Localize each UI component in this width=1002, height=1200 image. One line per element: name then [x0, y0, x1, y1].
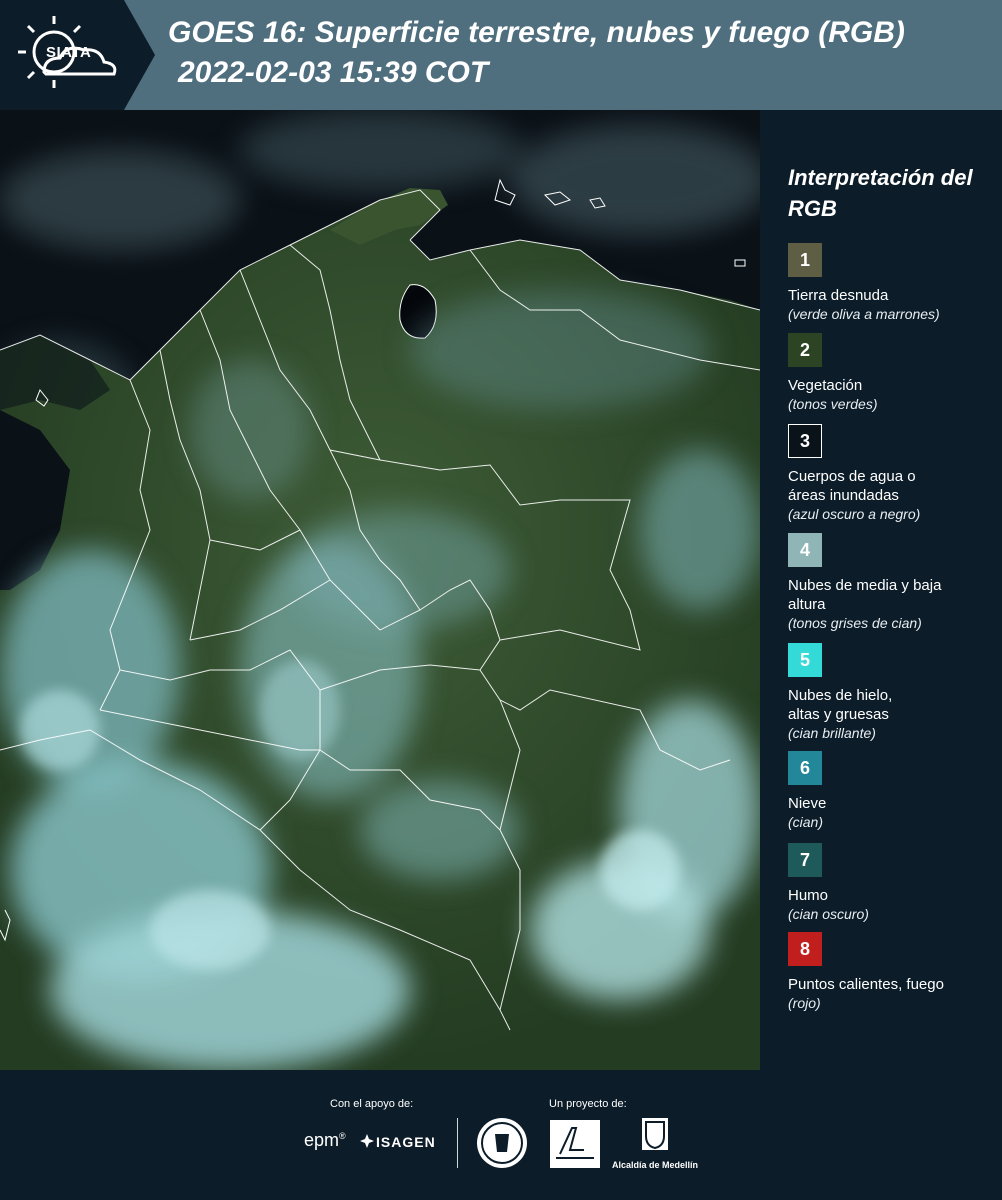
siata-logo[interactable]: SIATA	[0, 0, 155, 110]
legend-swatch: 1	[788, 243, 822, 277]
alcaldia-medellin-shield-icon[interactable]	[642, 1118, 668, 1150]
alcaldia-label: Alcaldía de Medellín	[612, 1160, 699, 1170]
legend-swatch: 3	[788, 424, 822, 458]
satellite-map[interactable]	[0, 110, 760, 1070]
legend-sub: (rojo)	[788, 995, 821, 1011]
legend-item-7: 7 Humo (cian oscuro)	[788, 843, 998, 924]
legend-sub: (cian brillante)	[788, 725, 876, 741]
isagen-logo[interactable]: ISAGEN	[376, 1134, 436, 1150]
legend-sub: (tonos verdes)	[788, 396, 878, 412]
registered-mark-icon: ®	[339, 1131, 346, 1141]
legend-sub: (tonos grises de cian)	[788, 615, 922, 631]
legend-label: Puntos calientes, fuego	[788, 976, 944, 993]
seal-emblem-icon	[481, 1122, 523, 1164]
support-label: Con el apoyo de:	[330, 1098, 414, 1110]
legend-sub: (verde oliva a marrones)	[788, 306, 940, 322]
legend-item-2: 2 Vegetación (tonos verdes)	[788, 333, 998, 414]
legend-item-3: 3 Cuerpos de agua o áreas inundadas (azu…	[788, 424, 998, 524]
isagen-star-icon	[360, 1134, 374, 1148]
legend-item-8: 8 Puntos calientes, fuego (rojo)	[788, 932, 998, 1013]
shield-icon	[645, 1121, 665, 1150]
satellite-image	[0, 110, 760, 1070]
legend-item-4: 4 Nubes de media y baja altura (tonos gr…	[788, 533, 998, 633]
legend-label: Nieve	[788, 795, 827, 812]
logo-text: SIATA	[46, 44, 92, 61]
legend-sub: (cian)	[788, 814, 824, 830]
universidad-seal-icon[interactable]	[477, 1118, 527, 1168]
legend-item-1: 1 Tierra desnuda (verde oliva a marrones…	[788, 243, 998, 324]
legend-label: Tierra desnuda	[788, 287, 889, 304]
legend-label: Nubes de media y baja altura	[788, 577, 942, 613]
project-label: Un proyecto de:	[549, 1098, 627, 1110]
legend-item-5: 5 Nubes de hielo, altas y gruesas (cian …	[788, 643, 998, 743]
footer: Con el apoyo de: Un proyecto de: epm® IS…	[0, 1070, 1002, 1200]
page-title: GOES 16: Superficie terrestre, nubes y f…	[168, 16, 905, 49]
area-metropolitana-logo-icon[interactable]	[550, 1120, 600, 1168]
legend-sub: (cian oscuro)	[788, 906, 869, 922]
epm-logo-text: epm	[304, 1130, 340, 1150]
legend-swatch: 7	[788, 843, 822, 877]
legend-label: Humo	[788, 887, 829, 904]
legend-swatch: 8	[788, 932, 822, 966]
footer-divider	[457, 1118, 458, 1168]
legend-label: Nubes de hielo, altas y gruesas	[788, 687, 893, 723]
legend-label: Vegetación	[788, 377, 863, 394]
legend-title: Interpretación del RGB	[788, 165, 973, 221]
amva-mark-icon	[556, 1127, 594, 1159]
legend-swatch: 6	[788, 751, 822, 785]
legend-swatch: 4	[788, 533, 822, 567]
epm-logo[interactable]: epm®	[304, 1130, 346, 1151]
legend-swatch: 5	[788, 643, 822, 677]
legend-item-6: 6 Nieve (cian)	[788, 751, 998, 832]
legend-label: Cuerpos de agua o áreas inundadas	[788, 468, 916, 504]
header-bar: SIATA GOES 16: Superficie terrestre, nub…	[0, 0, 1002, 110]
legend-panel: Interpretación del RGB 1 Tierra desnuda …	[760, 110, 1002, 1070]
page-timestamp: 2022-02-03 15:39 COT	[178, 56, 489, 89]
legend-swatch: 2	[788, 333, 822, 367]
legend-sub: (azul oscuro a negro)	[788, 506, 921, 522]
